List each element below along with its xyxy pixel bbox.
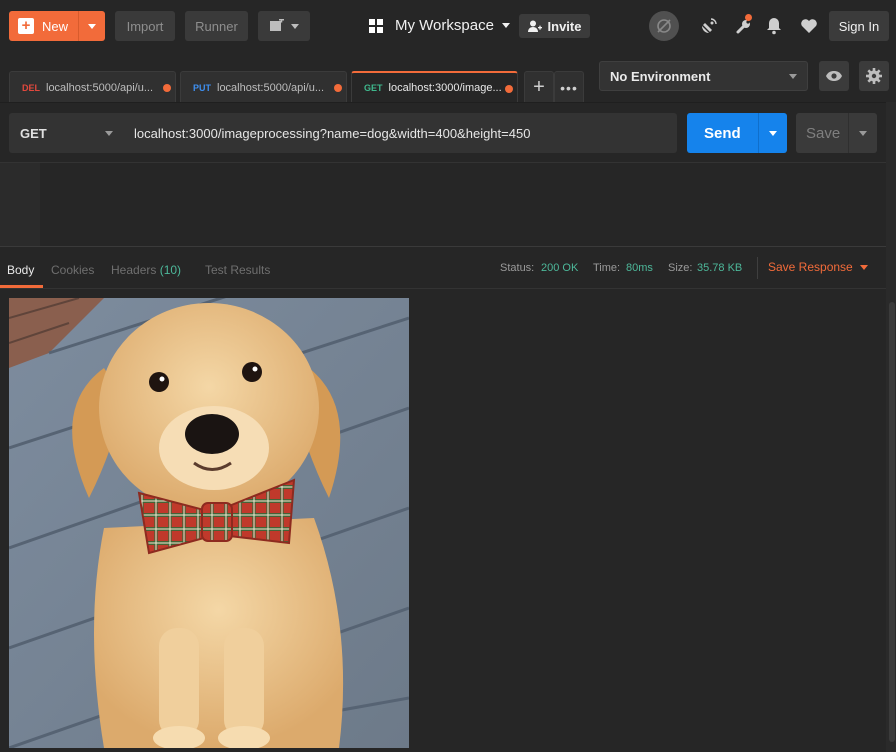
import-button[interactable]: Import xyxy=(115,11,175,41)
divider xyxy=(757,257,758,279)
heart-icon[interactable] xyxy=(800,18,818,34)
gear-icon[interactable] xyxy=(859,61,889,91)
tab-headers[interactable]: Headers (10) xyxy=(111,263,181,277)
request-bar: GET localhost:3000/imageprocessing?name=… xyxy=(0,102,886,163)
send-label: Send xyxy=(704,124,741,142)
new-button[interactable]: + New xyxy=(9,11,105,41)
grid-icon xyxy=(369,18,383,33)
new-dropdown-chevron-icon[interactable] xyxy=(78,11,105,41)
headers-count: (10) xyxy=(159,263,182,277)
request-tabs: DEL localhost:5000/api/u... PUT localhos… xyxy=(0,52,588,103)
time-value: 80ms xyxy=(626,262,653,274)
save-response-label: Save Response xyxy=(768,260,853,274)
add-user-icon xyxy=(527,20,542,32)
method-label: GET xyxy=(20,125,47,141)
tab-headers-label: Headers xyxy=(111,263,157,277)
environment-select[interactable]: No Environment xyxy=(599,61,808,91)
save-response-button[interactable]: Save Response xyxy=(768,260,868,274)
tab-method: DEL xyxy=(22,82,40,93)
notification-dot xyxy=(745,14,752,21)
eye-icon[interactable] xyxy=(819,61,849,91)
scrollbar-thumb[interactable] xyxy=(889,302,895,742)
sign-in-button[interactable]: Sign In xyxy=(829,11,889,41)
save-options-chevron-icon[interactable] xyxy=(848,113,877,153)
new-window-icon xyxy=(270,19,284,31)
tab-label: localhost:3000/image... xyxy=(388,82,502,94)
time-label: Time: xyxy=(593,262,621,274)
top-toolbar: + New Import Runner My Workspace Invite … xyxy=(0,0,896,53)
tab-cookies[interactable]: Cookies xyxy=(51,263,94,277)
workspace-selector[interactable]: My Workspace xyxy=(369,17,510,34)
invite-label: Invite xyxy=(547,18,582,34)
tab-get-request[interactable]: GET localhost:3000/image... xyxy=(351,71,518,103)
sync-off-icon[interactable] xyxy=(649,11,679,41)
environment-bar: No Environment xyxy=(588,52,896,102)
save-label: Save xyxy=(806,124,841,142)
more-icon[interactable]: ••• xyxy=(554,71,584,103)
new-button-label: New xyxy=(42,18,69,34)
save-button[interactable]: Save xyxy=(796,113,877,153)
runner-button[interactable]: Runner xyxy=(185,11,248,41)
tab-put-request[interactable]: PUT localhost:5000/api/u... xyxy=(180,71,347,103)
plus-icon: + xyxy=(18,18,34,34)
tab-label: localhost:5000/api/u... xyxy=(46,81,154,94)
active-tab-indicator xyxy=(0,285,43,288)
new-tab-plus-icon[interactable]: + xyxy=(524,71,554,103)
tab-test-results[interactable]: Test Results xyxy=(205,263,270,277)
editor-gutter xyxy=(0,163,40,246)
send-button[interactable]: Send xyxy=(687,113,787,153)
status-value: 200 OK xyxy=(541,262,579,274)
tab-label: localhost:5000/api/u... xyxy=(217,81,325,94)
invite-button[interactable]: Invite xyxy=(519,14,590,38)
status-label: Status: xyxy=(500,262,535,274)
environment-label: No Environment xyxy=(610,68,711,84)
tab-method: PUT xyxy=(193,82,211,93)
request-editor-area[interactable] xyxy=(0,162,886,247)
tab-del-request[interactable]: DEL localhost:5000/api/u... xyxy=(9,71,176,103)
method-select[interactable]: GET xyxy=(9,113,124,153)
url-input[interactable]: localhost:3000/imageprocessing?name=dog&… xyxy=(124,113,677,153)
new-window-button[interactable] xyxy=(258,11,310,41)
response-tabs-bar: Body Cookies Headers (10) Test Results S… xyxy=(0,248,886,289)
url-text: localhost:3000/imageprocessing?name=dog&… xyxy=(134,125,531,141)
bell-icon[interactable] xyxy=(766,17,782,35)
satellite-icon[interactable] xyxy=(700,17,718,35)
size-label: Size: xyxy=(668,262,693,274)
tab-method: GET xyxy=(364,83,383,93)
unsaved-dot xyxy=(334,84,342,92)
unsaved-dot xyxy=(505,85,513,93)
response-image xyxy=(9,298,409,748)
workspace-label: My Workspace xyxy=(395,17,494,34)
unsaved-dot xyxy=(163,84,171,92)
send-options-chevron-icon[interactable] xyxy=(758,113,787,153)
tab-body[interactable]: Body xyxy=(7,263,34,277)
size-value: 35.78 KB xyxy=(697,262,743,274)
